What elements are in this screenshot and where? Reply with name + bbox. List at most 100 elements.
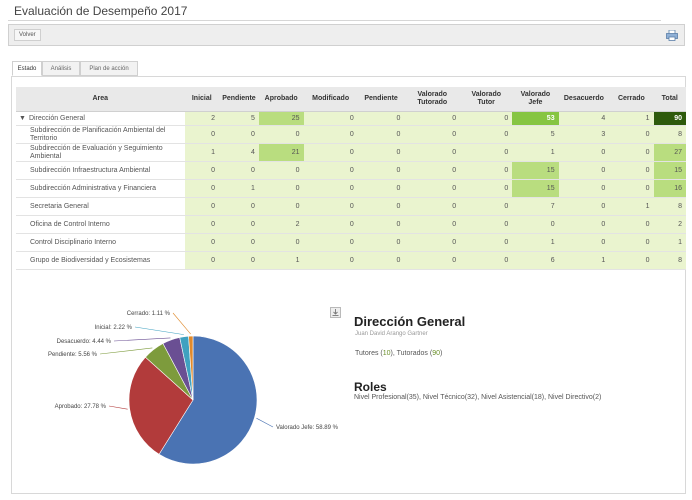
pie-leader-line xyxy=(108,405,128,410)
value-cell: 0 xyxy=(258,125,304,144)
value-cell: 0 xyxy=(357,125,405,144)
value-cell: 15 xyxy=(512,161,559,180)
value-cell: 0 xyxy=(219,215,259,234)
value-cell: 0 xyxy=(303,179,358,198)
value-cell: 0 xyxy=(184,215,220,234)
value-cell: 1 xyxy=(512,143,559,162)
table-row[interactable]: Subdirección de Planificación Ambiental … xyxy=(16,125,686,144)
area-cell[interactable]: Subdirección de Evaluación y Seguimiento… xyxy=(16,143,185,162)
table-row[interactable]: Oficina de Control Interno 0 0 2 0 0 0 0 0 0 0 2 xyxy=(16,215,686,234)
table-row[interactable]: Secretaria General 0 0 0 0 0 0 0 7 0 1 8 xyxy=(16,197,686,216)
value-cell: 0 xyxy=(404,215,461,234)
area-cell[interactable]: Subdirección Infraestructura Ambiental xyxy=(16,161,185,180)
status-pie-chart: Valorado Jefe: 58.89 % Aprobado: 27.78 % P… xyxy=(10,300,360,495)
table-row[interactable]: ▼ Dirección General 2 5 25 0 0 0 0 53 4 1 90 xyxy=(16,111,686,126)
pie-label: Valorado Jefe: 58.89 % xyxy=(276,425,339,431)
pie-chart-svg: Valorado Jefe: 58.89 % Aprobado: 27.78 % P… xyxy=(48,311,339,465)
value-cell: 0 xyxy=(357,215,405,234)
value-cell: 0 xyxy=(404,197,461,216)
value-cell: 0 xyxy=(558,161,610,180)
download-icon[interactable] xyxy=(330,307,341,318)
column-header: Cerrado xyxy=(609,87,654,112)
value-cell: 0 xyxy=(609,179,654,198)
area-cell[interactable]: Grupo de Biodiversidad y Ecosistemas xyxy=(16,251,185,270)
value-cell: 8 xyxy=(653,251,686,270)
pie-label: Aprobado: 27.78 % xyxy=(55,404,107,410)
area-cell[interactable]: ▼ Dirección General xyxy=(16,111,185,126)
value-cell: 0 xyxy=(357,197,405,216)
value-cell: 0 xyxy=(219,233,259,252)
value-cell: 0 xyxy=(460,215,513,234)
column-header: Total xyxy=(653,87,686,112)
table-row[interactable]: Subdirección Administrativa y Financiera… xyxy=(16,179,686,198)
value-cell: 0 xyxy=(460,233,513,252)
column-header: Aprobado xyxy=(258,87,304,112)
column-header: Valorado Tutorado xyxy=(404,87,461,112)
area-cell[interactable]: Subdirección Administrativa y Financiera xyxy=(16,179,185,198)
column-header: Desacuerdo xyxy=(558,87,610,112)
value-cell: 0 xyxy=(404,143,461,162)
tab-analisis[interactable]: Análisis xyxy=(42,61,80,76)
area-cell[interactable]: Secretaria General xyxy=(16,197,185,216)
value-cell: 0 xyxy=(258,161,304,180)
tutorados-label: ), Tutorados ( xyxy=(390,350,433,357)
table-row[interactable]: Subdirección Infraestructura Ambiental 0 0… xyxy=(16,161,686,180)
roles-title: Roles xyxy=(354,380,387,394)
pie-label: Cerrado: 1.11 % xyxy=(127,311,171,317)
toolbar: Volver xyxy=(8,24,685,46)
value-cell: 0 xyxy=(609,161,654,180)
tab-plan-de-accion[interactable]: Plan de acción xyxy=(80,61,138,76)
value-cell: 0 xyxy=(357,251,405,270)
value-cell: 0 xyxy=(609,143,654,162)
tutores-count[interactable]: 10 xyxy=(383,350,391,357)
area-label: Subdirección de Planificación Ambiental … xyxy=(30,126,166,142)
value-cell: 0 xyxy=(303,143,358,162)
value-cell: 0 xyxy=(357,111,405,126)
value-cell: 2 xyxy=(653,215,686,234)
table-row[interactable]: Control Disciplinario Interno 0 0 0 0 0 0 0 1 0 0 1 xyxy=(16,233,686,252)
value-cell: 1 xyxy=(219,179,259,198)
tab-estado[interactable]: Estado xyxy=(12,61,42,76)
value-cell: 0 xyxy=(219,251,259,270)
area-cell[interactable]: Subdirección de Planificación Ambiental … xyxy=(16,125,185,144)
value-cell: 1 xyxy=(609,111,654,126)
value-cell: 53 xyxy=(512,111,559,126)
detail-subtitle: Juan David Arango Gartner xyxy=(355,331,428,337)
expand-arrow-icon[interactable]: ▼ xyxy=(19,115,26,122)
value-cell: 0 xyxy=(404,233,461,252)
value-cell: 0 xyxy=(460,251,513,270)
detail-title: Dirección General xyxy=(354,314,466,329)
value-cell: 0 xyxy=(357,143,405,162)
back-button[interactable]: Volver xyxy=(14,29,41,41)
area-cell[interactable]: Oficina de Control Interno xyxy=(16,215,185,234)
value-cell: 8 xyxy=(653,125,686,144)
tutorados-count[interactable]: 90 xyxy=(432,350,440,357)
value-cell: 0 xyxy=(404,161,461,180)
area-label: Control Disciplinario Interno xyxy=(30,238,116,246)
roles-list: Nivel Profesional(35), Nivel Técnico(32)… xyxy=(354,394,602,401)
value-cell: 0 xyxy=(558,233,610,252)
value-cell: 0 xyxy=(184,179,220,198)
value-cell: 4 xyxy=(219,143,259,162)
page-title: Evaluación de Desempeño 2017 xyxy=(14,4,188,18)
table-row[interactable]: Grupo de Biodiversidad y Ecosistemas 0 0 1 0… xyxy=(16,251,686,270)
value-cell: 0 xyxy=(219,125,259,144)
value-cell: 1 xyxy=(609,197,654,216)
value-cell: 0 xyxy=(460,125,513,144)
value-cell: 0 xyxy=(184,233,220,252)
value-cell: 8 xyxy=(653,197,686,216)
value-cell: 0 xyxy=(558,179,610,198)
area-cell[interactable]: Control Disciplinario Interno xyxy=(16,233,185,252)
value-cell: 0 xyxy=(357,161,405,180)
table-header-row: Area Inicial Pendiente Aprobado Modificado Pe… xyxy=(16,87,686,112)
value-cell: 0 xyxy=(404,125,461,144)
table-row[interactable]: Subdirección de Evaluación y Seguimiento… xyxy=(16,143,686,162)
printer-icon[interactable] xyxy=(666,30,678,41)
value-cell: 0 xyxy=(184,125,220,144)
pie-label: Inicial: 2.22 % xyxy=(95,325,133,331)
value-cell: 1 xyxy=(558,251,610,270)
value-cell: 0 xyxy=(357,233,405,252)
value-cell: 0 xyxy=(558,143,610,162)
value-cell: 0 xyxy=(404,111,461,126)
value-cell: 1 xyxy=(258,251,304,270)
